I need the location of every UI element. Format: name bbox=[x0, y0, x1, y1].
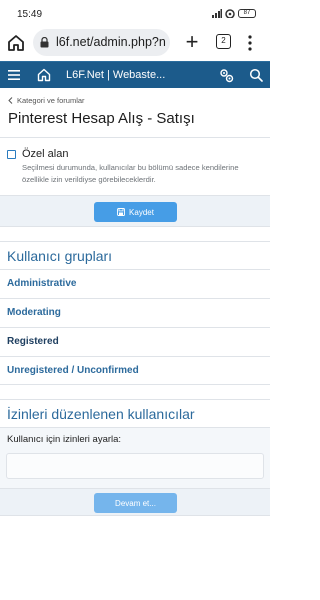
private-node-option: Özel alan Seçilmesi durumunda, kullanıcı… bbox=[0, 137, 270, 195]
private-checkbox[interactable] bbox=[7, 150, 16, 159]
save-icon bbox=[117, 208, 125, 216]
browser-toolbar: l6f.net/admin.php?noc + 2 bbox=[0, 26, 270, 60]
group-item-moderating[interactable]: Moderating bbox=[0, 298, 270, 327]
menu-icon[interactable] bbox=[8, 70, 20, 80]
tabs-icon[interactable]: 2 bbox=[216, 34, 231, 49]
continue-button[interactable]: Devam et... bbox=[94, 493, 177, 513]
status-time: 15:49 bbox=[17, 9, 43, 20]
breadcrumb[interactable]: Kategori ve forumlar bbox=[8, 96, 85, 105]
group-label[interactable]: Registered bbox=[7, 336, 59, 347]
group-item-administrative[interactable]: Administrative bbox=[0, 269, 270, 298]
private-description: Seçilmesi durumunda, kullanıcılar bu böl… bbox=[22, 163, 239, 184]
user-name-input[interactable] bbox=[6, 453, 264, 479]
continue-button-label: Devam et... bbox=[115, 498, 156, 508]
group-label[interactable]: Unregistered / Unconfirmed bbox=[7, 365, 139, 376]
more-icon[interactable] bbox=[246, 34, 254, 52]
search-icon[interactable] bbox=[249, 68, 263, 82]
save-button-label: Kaydet bbox=[129, 207, 154, 217]
user-groups-header: Kullanıcı grupları bbox=[0, 241, 270, 269]
gear-icon[interactable] bbox=[219, 68, 234, 83]
status-bar: 15:49 87 bbox=[0, 0, 270, 26]
status-icons: 87 bbox=[212, 9, 256, 18]
new-tab-button[interactable]: + bbox=[182, 29, 202, 54]
save-button[interactable]: Kaydet bbox=[94, 202, 177, 222]
url-text: l6f.net/admin.php?noc bbox=[56, 35, 166, 49]
plus-icon: + bbox=[185, 29, 199, 54]
group-label[interactable]: Moderating bbox=[7, 307, 61, 318]
user-permissions-panel: Kullanıcı için izinleri ayarla: bbox=[0, 427, 270, 488]
signal-icon bbox=[212, 9, 222, 18]
user-permissions-title: İzinleri düzenlenen kullanıcılar bbox=[7, 406, 195, 422]
user-permissions-header: İzinleri düzenlenen kullanıcılar bbox=[0, 399, 270, 427]
battery-icon: 87 bbox=[238, 9, 256, 18]
group-label[interactable]: Administrative bbox=[7, 278, 76, 289]
continue-row: Devam et... bbox=[0, 488, 270, 516]
lock-icon bbox=[40, 37, 49, 48]
chevron-left-icon bbox=[8, 97, 13, 104]
user-groups-title: Kullanıcı grupları bbox=[7, 248, 113, 264]
address-bar[interactable]: l6f.net/admin.php?noc bbox=[33, 29, 170, 56]
group-item-registered[interactable]: Registered bbox=[0, 327, 270, 356]
home-icon[interactable] bbox=[7, 34, 25, 52]
site-navbar: L6F.Net | Webaste... bbox=[0, 61, 270, 88]
home-icon[interactable] bbox=[37, 68, 51, 82]
private-label[interactable]: Özel alan bbox=[22, 148, 68, 160]
page-title: Pinterest Hesap Alış - Satışı bbox=[8, 110, 195, 127]
breadcrumb-label[interactable]: Kategori ve forumlar bbox=[17, 96, 85, 105]
save-row: Kaydet bbox=[0, 195, 270, 227]
group-item-unregistered[interactable]: Unregistered / Unconfirmed bbox=[0, 356, 270, 385]
user-field-label: Kullanıcı için izinleri ayarla: bbox=[7, 434, 122, 445]
wifi-icon bbox=[225, 9, 235, 18]
site-title[interactable]: L6F.Net | Webaste... bbox=[66, 69, 165, 81]
